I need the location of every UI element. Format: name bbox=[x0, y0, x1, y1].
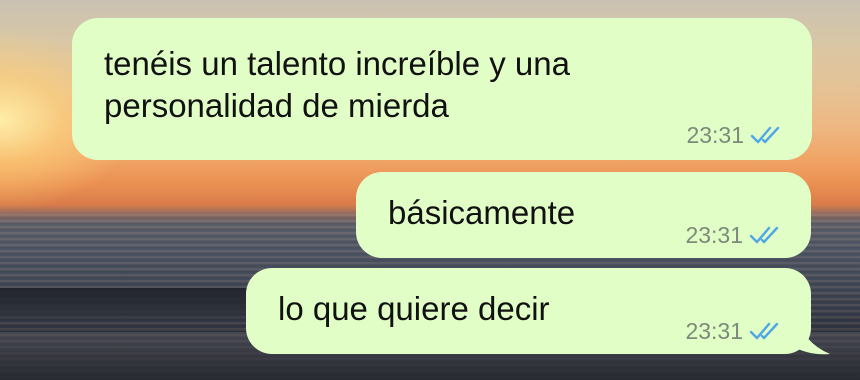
message-text: básicamente bbox=[388, 194, 576, 231]
message-timestamp: 23:31 bbox=[686, 122, 744, 148]
read-double-check-icon bbox=[750, 126, 780, 144]
outgoing-message-bubble[interactable]: básicamente 23:31 bbox=[356, 172, 811, 258]
message-meta: 23:31 bbox=[685, 310, 781, 352]
read-double-check-icon bbox=[749, 322, 779, 340]
message-meta: 23:31 bbox=[685, 214, 781, 256]
message-meta: 23:31 bbox=[686, 114, 782, 156]
message-timestamp: 23:31 bbox=[685, 222, 743, 248]
message-text: lo que quiere decir bbox=[278, 290, 550, 327]
read-double-check-icon bbox=[749, 226, 779, 244]
outgoing-message-bubble[interactable]: lo que quiere decir 23:31 bbox=[246, 268, 811, 354]
message-text: tenéis un talento increíble y una person… bbox=[104, 45, 570, 124]
message-timestamp: 23:31 bbox=[685, 318, 743, 344]
outgoing-message-bubble[interactable]: tenéis un talento increíble y una person… bbox=[72, 18, 812, 160]
